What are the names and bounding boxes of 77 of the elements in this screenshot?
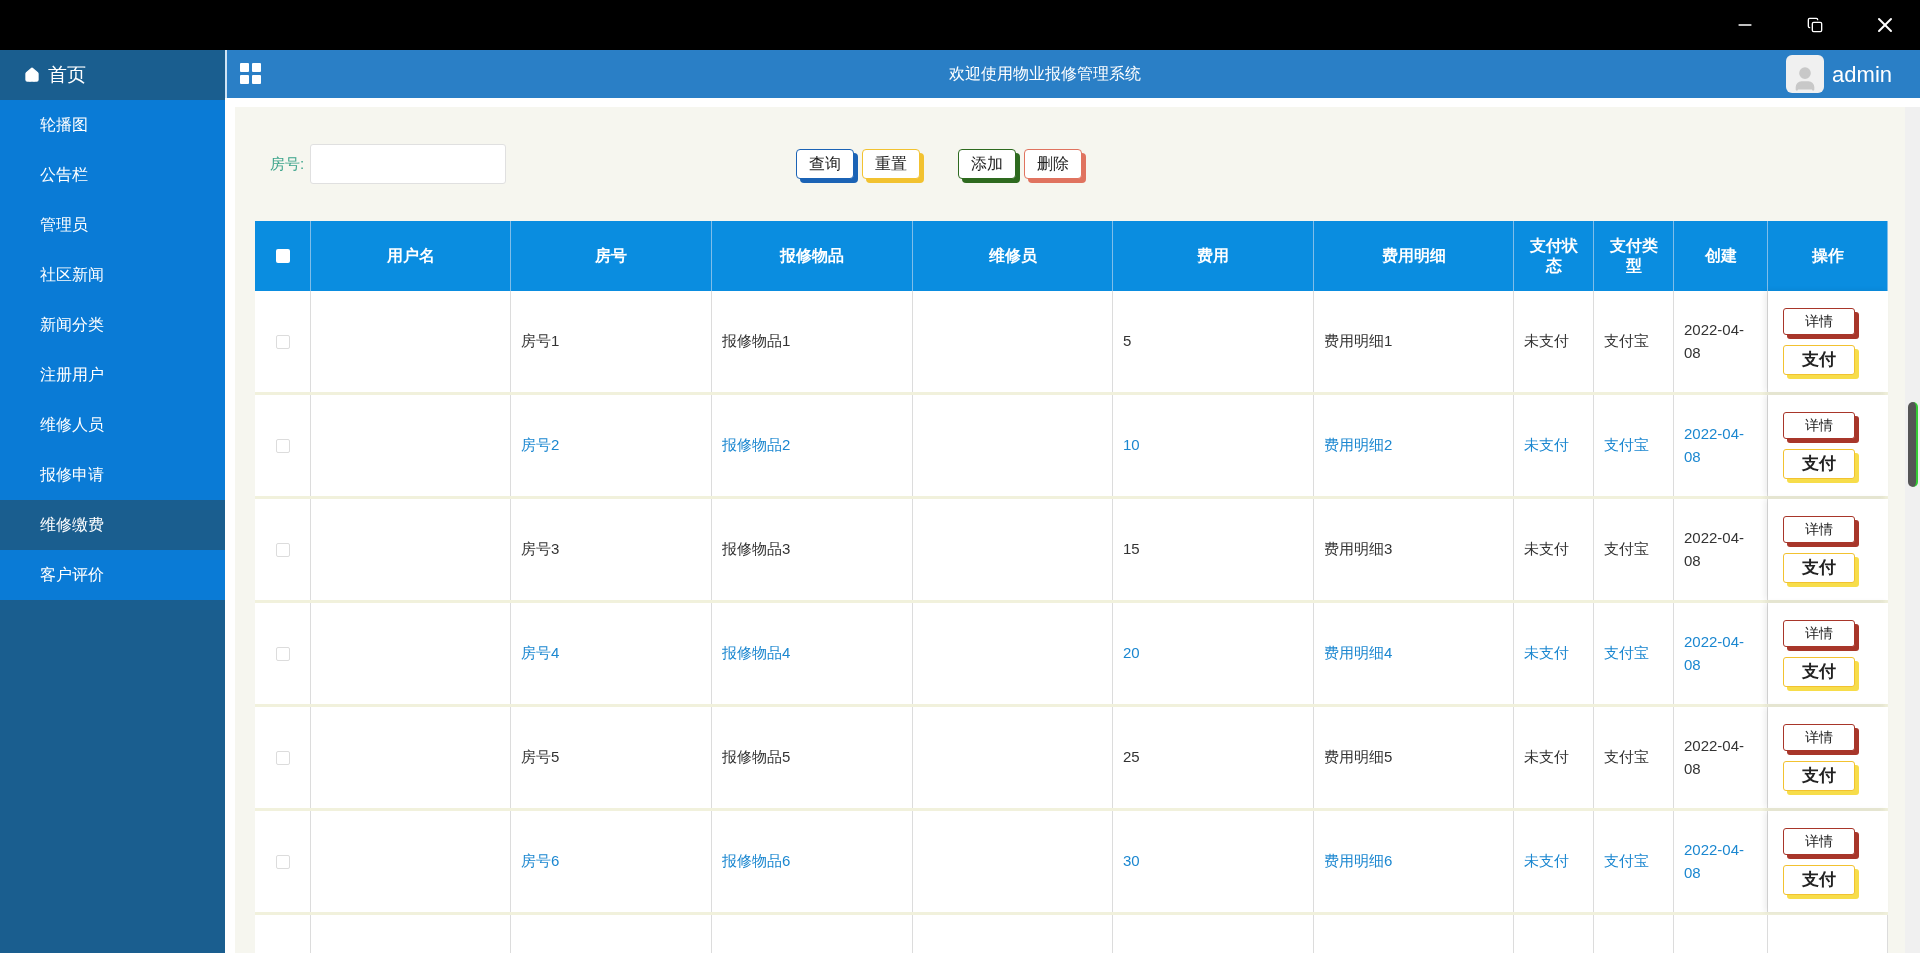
payment-type-cell-text: 支付宝 <box>1604 643 1649 664</box>
column-header: 报修物品 <box>780 246 844 266</box>
repair-item-cell-text: 报修物品2 <box>722 435 791 456</box>
sidebar-item[interactable]: 注册用户 <box>0 350 225 400</box>
created-date-cell-text: 2022-04-08 <box>1684 424 1746 467</box>
repair-item-cell-text: 报修物品1 <box>722 331 791 352</box>
fee-detail-cell-text: 费用明细1 <box>1324 331 1393 352</box>
fee-detail-cell-text: 费用明细3 <box>1324 539 1393 560</box>
column-header: 操作 <box>1811 246 1844 266</box>
row-checkbox[interactable] <box>275 334 290 349</box>
created-date-cell-text: 2022-04-08 <box>1684 528 1746 571</box>
fee-cell-text: 25 <box>1123 747 1140 768</box>
fee-cell-text: 30 <box>1123 851 1140 872</box>
row-checkbox[interactable] <box>275 750 290 765</box>
fee-detail-cell-text: 费用明细6 <box>1324 851 1393 872</box>
column-header: 维修员 <box>988 246 1037 266</box>
created-date-cell-text: 2022-04-08 <box>1684 320 1746 363</box>
room-cell-text: 房号4 <box>521 643 560 664</box>
search-label: 房号: <box>270 153 305 174</box>
payment-type-cell-text: 支付宝 <box>1604 539 1649 560</box>
room-cell-text: 房号1 <box>521 331 560 352</box>
column-header: 支付状态 <box>1528 236 1579 276</box>
payment-status-cell-text: 未支付 <box>1524 539 1569 560</box>
scrollbar-thumb[interactable] <box>1907 402 1918 487</box>
sidebar-item[interactable]: 客户评价 <box>0 550 225 600</box>
system-title: 欢迎使用物业报修管理系统 <box>948 64 1141 84</box>
sidebar-item[interactable]: 社区新闻 <box>0 250 225 300</box>
payment-type-cell-text: 支付宝 <box>1604 435 1649 456</box>
row-checkbox[interactable] <box>275 646 290 661</box>
sidebar-item[interactable]: 轮播图 <box>0 100 225 150</box>
payment-type-cell-text: 支付宝 <box>1604 851 1649 872</box>
row-checkbox[interactable] <box>275 854 290 869</box>
fee-cell-text: 10 <box>1123 435 1140 456</box>
room-cell-text: 房号5 <box>521 747 560 768</box>
column-header: 房号 <box>595 246 627 266</box>
room-cell-text: 房号2 <box>521 435 560 456</box>
payment-type-cell-text: 支付宝 <box>1604 331 1649 352</box>
fee-detail-cell-text: 费用明细4 <box>1324 643 1393 664</box>
row-checkbox[interactable] <box>275 438 290 453</box>
room-cell-text: 房号3 <box>521 539 560 560</box>
repair-item-cell-text: 报修物品6 <box>722 851 791 872</box>
column-header: 费用 <box>1197 246 1229 266</box>
avatar-icon[interactable] <box>1786 55 1825 93</box>
created-date-cell-text: 2022-04-08 <box>1684 736 1746 779</box>
sidebar-item[interactable]: 公告栏 <box>0 150 225 200</box>
repair-item-cell-text: 报修物品3 <box>722 539 791 560</box>
payment-status-cell-text: 未支付 <box>1524 435 1569 456</box>
payment-status-cell-text: 未支付 <box>1524 331 1569 352</box>
home-icon <box>24 67 40 83</box>
created-date-cell-text: 2022-04-08 <box>1684 840 1746 883</box>
room-number-input[interactable] <box>310 144 507 184</box>
sidebar-item[interactable]: 新闻分类 <box>0 300 225 350</box>
select-all-checkbox[interactable] <box>275 249 290 263</box>
fee-detail-cell-text: 费用明细2 <box>1324 435 1393 456</box>
sidebar-item[interactable]: 管理员 <box>0 200 225 250</box>
room-cell-text: 房号6 <box>521 851 560 872</box>
payment-status-cell-text: 未支付 <box>1524 643 1569 664</box>
grid-icon[interactable] <box>239 62 263 86</box>
fee-detail-cell-text: 费用明细5 <box>1324 747 1393 768</box>
created-date-cell-text: 2022-04-08 <box>1684 632 1746 675</box>
column-header: 创建 <box>1704 246 1737 266</box>
username[interactable]: admin <box>1832 57 1892 91</box>
fee-cell-text: 20 <box>1123 643 1140 664</box>
sidebar-item[interactable]: 维修人员 <box>0 400 225 450</box>
fee-cell-text: 5 <box>1123 331 1132 352</box>
payment-status-cell-text: 未支付 <box>1524 851 1569 872</box>
scrollbar[interactable] <box>1905 107 1920 953</box>
column-header: 支付类型 <box>1608 236 1659 276</box>
fee-cell-text: 15 <box>1123 539 1140 560</box>
repair-item-cell-text: 报修物品4 <box>722 643 791 664</box>
payment-status-cell-text: 未支付 <box>1524 747 1569 768</box>
payment-type-cell-text: 支付宝 <box>1604 747 1649 768</box>
column-header: 费用明细 <box>1381 246 1446 266</box>
repair-item-cell-text: 报修物品5 <box>722 747 791 768</box>
column-header: 用户名 <box>386 246 435 266</box>
row-checkbox[interactable] <box>275 542 290 557</box>
sidebar-item[interactable]: 报修申请 <box>0 450 225 500</box>
